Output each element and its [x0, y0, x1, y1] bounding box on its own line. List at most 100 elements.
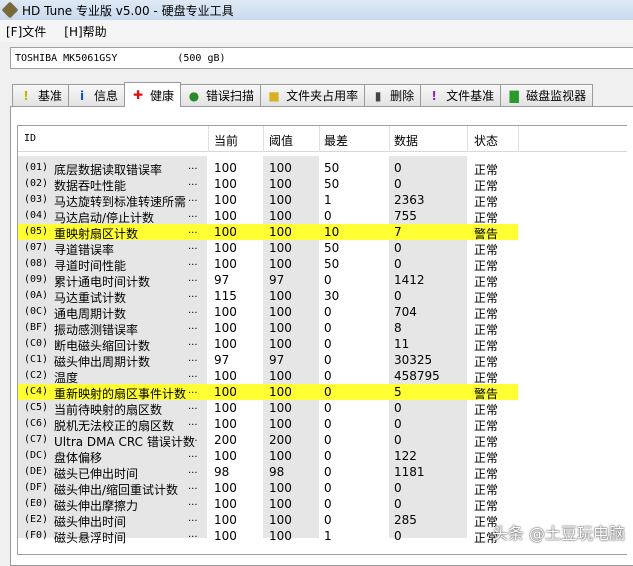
attr-data: 7: [394, 225, 402, 239]
col-threshold[interactable]: 阈值: [269, 132, 293, 149]
col-worst[interactable]: 最差: [324, 132, 348, 149]
attr-data: 1412: [394, 273, 425, 287]
table-row[interactable]: (0A) 马达重试计数 ... 115 100 30 0 正常: [18, 288, 627, 305]
table-row[interactable]: (C6) 脱机无法校正的扇区数 ... 100 100 0 0 正常: [18, 416, 627, 433]
table-row[interactable]: (09) 累计通电时间计数 ... 97 97 0 1412 正常: [18, 272, 627, 289]
tab-0[interactable]: ! 基准: [12, 84, 70, 106]
health-panel: ID 当前 阈值 最差 数据 状态 (01) 底层数据读取错误率 ... 100…: [10, 106, 633, 566]
attr-data: 1181: [394, 465, 425, 479]
table-row[interactable]: (C0) 断电磁头缩回计数 ... 100 100 0 11 正常: [18, 336, 627, 353]
attr-data: 458795: [394, 369, 440, 383]
attr-worst: 0: [324, 273, 332, 287]
attr-worst: 50: [324, 161, 340, 175]
tab-6[interactable]: ! 文件基准: [420, 84, 502, 106]
attr-data: 704: [394, 305, 417, 319]
attr-threshold: 100: [269, 305, 292, 319]
attr-threshold: 100: [269, 209, 292, 223]
drive-select[interactable]: TOSHIBA MK5061GSY (500 gB): [10, 47, 633, 69]
attr-id: (C1): [24, 354, 49, 365]
attr-data: 0: [394, 241, 402, 255]
table-row[interactable]: (08) 寻道时间性能 ... 100 100 50 0 正常: [18, 256, 627, 273]
attr-ellipsis: ...: [188, 177, 198, 188]
tab-4[interactable]: ■ 文件夹占用率: [260, 84, 366, 106]
attr-worst: 0: [324, 305, 332, 319]
table-row[interactable]: (05) 重映射扇区计数 ... 100 100 10 7 警告: [18, 224, 627, 241]
attr-threshold: 100: [269, 193, 292, 207]
attr-current: 100: [214, 385, 237, 399]
table-row[interactable]: (C7) Ultra DMA CRC 错误计数 ... 200 200 0 0 …: [18, 432, 627, 449]
attr-ellipsis: ...: [188, 289, 198, 300]
table-row[interactable]: (03) 马达旋转到标准转速所需 ... 100 100 1 2363 正常: [18, 192, 627, 209]
attr-worst: 0: [324, 433, 332, 447]
table-row[interactable]: (04) 马达启动/停止计数 ... 100 100 0 755 正常: [18, 208, 627, 225]
attr-id: (C0): [24, 338, 49, 349]
col-status[interactable]: 状态: [474, 132, 498, 149]
attr-id: (BF): [24, 322, 49, 333]
attr-current: 100: [214, 241, 237, 255]
attr-id: (0C): [24, 306, 49, 317]
attr-current: 100: [214, 529, 237, 543]
attr-worst: 50: [324, 257, 340, 271]
table-row[interactable]: (DF) 磁头伸出/缩回重试计数 ... 100 100 0 0 正常: [18, 480, 627, 497]
tab-2[interactable]: ✚ 健康: [124, 82, 182, 107]
drive-size: (500 gB): [177, 52, 226, 64]
attr-threshold: 100: [269, 289, 292, 303]
table-row[interactable]: (02) 数据吞吐性能 ... 100 100 50 0 正常: [18, 176, 627, 193]
attr-current: 97: [214, 273, 230, 287]
attr-ellipsis: ...: [188, 401, 198, 412]
col-data[interactable]: 数据: [394, 132, 418, 149]
attr-data: 8: [394, 321, 402, 335]
attr-threshold: 97: [269, 353, 285, 367]
table-row[interactable]: (C5) 当前待映射的扇区数 ... 100 100 0 0 正常: [18, 400, 627, 417]
attr-current: 100: [214, 513, 237, 527]
table-row[interactable]: (DE) 磁头已伸出时间 ... 98 98 0 1181 正常: [18, 464, 627, 481]
tab-7[interactable]: ▇ 磁盘监视器: [500, 84, 594, 106]
attr-ellipsis: ...: [188, 305, 198, 316]
menu-help[interactable]: [H]帮助: [64, 23, 106, 40]
attr-worst: 30: [324, 289, 340, 303]
tab-1[interactable]: i 信息: [68, 84, 126, 106]
attr-ellipsis: ...: [188, 481, 198, 492]
attr-threshold: 100: [269, 481, 292, 495]
attr-worst: 0: [324, 465, 332, 479]
attr-current: 100: [214, 401, 237, 415]
table-row[interactable]: (BF) 振动感测错误率 ... 100 100 0 8 正常: [18, 320, 627, 337]
attr-ellipsis: ...: [188, 369, 198, 380]
table-row[interactable]: (C2) 温度 ... 100 100 0 458795 正常: [18, 368, 627, 385]
tab-label: 错误扫描: [206, 89, 255, 103]
attr-id: (04): [24, 210, 49, 221]
table-row[interactable]: (C1) 磁头伸出周期计数 ... 97 97 0 30325 正常: [18, 352, 627, 369]
attr-ellipsis: ...: [188, 353, 198, 364]
watermark: 头条 @土豆玩电脑: [491, 524, 625, 543]
attr-current: 100: [214, 481, 237, 495]
lightbulb-icon: !: [23, 88, 29, 103]
table-row[interactable]: (0C) 通电周期计数 ... 100 100 0 704 正常: [18, 304, 627, 321]
attr-id: (C6): [24, 418, 49, 429]
attr-data: 2363: [394, 193, 425, 207]
attr-id: (09): [24, 274, 49, 285]
table-row[interactable]: (E0) 磁头伸出摩擦力 ... 100 100 0 0 正常: [18, 496, 627, 513]
attr-threshold: 100: [269, 241, 292, 255]
attr-ellipsis: ...: [188, 337, 198, 348]
table-row[interactable]: (DC) 盘体偏移 ... 100 100 0 122 正常: [18, 448, 627, 465]
attr-worst: 0: [324, 369, 332, 383]
attr-worst: 0: [324, 481, 332, 495]
col-id[interactable]: ID: [24, 133, 36, 144]
col-current[interactable]: 当前: [214, 132, 238, 149]
attr-id: (E2): [24, 514, 49, 525]
tab-3[interactable]: ● 错误扫描: [180, 84, 262, 106]
title-bar: HD Tune 专业版 v5.00 - 硬盘专业工具: [0, 0, 633, 20]
attr-current: 100: [214, 305, 237, 319]
attr-worst: 1: [324, 193, 332, 207]
attr-name: 磁头悬浮时间: [54, 531, 127, 545]
attr-threshold: 100: [269, 385, 292, 399]
table-row[interactable]: (07) 寻道错误率 ... 100 100 50 0 正常: [18, 240, 627, 257]
window-title: HD Tune 专业版 v5.00 - 硬盘专业工具: [22, 3, 234, 18]
table-row[interactable]: (01) 底层数据读取错误率 ... 100 100 50 0 正常: [18, 160, 627, 177]
attr-worst: 0: [324, 321, 332, 335]
tab-5[interactable]: ▮ 删除: [364, 84, 422, 106]
attr-id: (C7): [24, 434, 49, 445]
attr-ellipsis: ...: [188, 417, 198, 428]
menu-file[interactable]: [F]文件: [6, 23, 46, 40]
table-row[interactable]: (C4) 重新映射的扇区事件计数 ... 100 100 0 5 警告: [18, 384, 627, 401]
